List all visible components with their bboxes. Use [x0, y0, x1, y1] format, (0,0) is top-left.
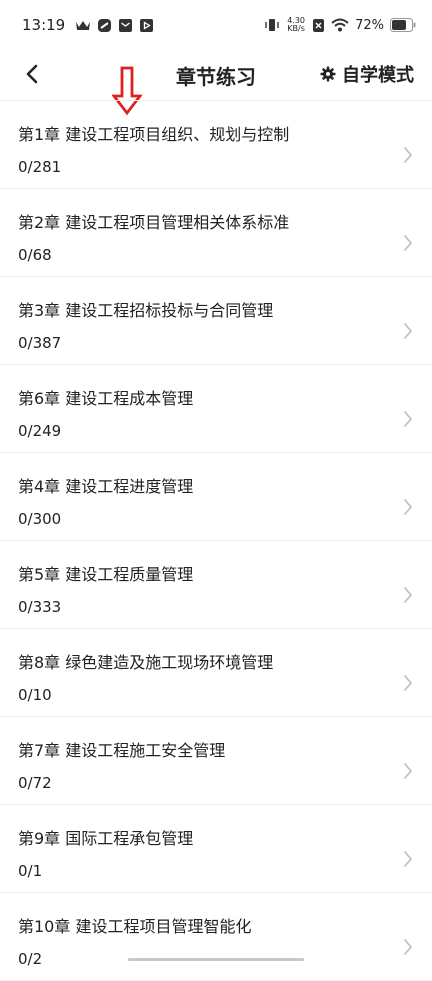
chapter-row[interactable]: 第3章 建设工程招标投标与合同管理 0/387 [0, 277, 432, 365]
chapter-title: 第9章 国际工程承包管理 [18, 829, 194, 848]
mail-icon [118, 18, 133, 33]
chapter-progress-count: 0/387 [18, 334, 62, 352]
chapter-row[interactable]: 第8章 绿色建造及施工现场环境管理 0/10 [0, 629, 432, 717]
chapter-title: 第10章 建设工程项目管理智能化 [18, 917, 252, 936]
chapter-progress-count: 0/2 [18, 950, 43, 968]
chevron-right-icon [404, 939, 412, 955]
battery-icon [390, 18, 416, 32]
chevron-right-icon [404, 851, 412, 867]
chapter-row[interactable]: 第5章 建设工程质量管理 0/333 [0, 541, 432, 629]
status-bar: 13:19 4.30 KB/s 72% [0, 0, 432, 50]
chevron-right-icon [404, 235, 412, 251]
chevron-right-icon [404, 587, 412, 603]
chapter-progress-count: 0/1 [18, 862, 43, 880]
chapter-row[interactable]: 第9章 国际工程承包管理 0/1 [0, 805, 432, 893]
video-icon [139, 18, 154, 33]
chevron-right-icon [404, 499, 412, 515]
chapter-progress-count: 0/249 [18, 422, 62, 440]
chapter-title: 第7章 建设工程施工安全管理 [18, 741, 226, 760]
chapter-title: 第4章 建设工程进度管理 [18, 477, 194, 496]
chapter-row[interactable]: 第6章 建设工程成本管理 0/249 [0, 365, 432, 453]
app-icon [97, 18, 112, 33]
nav-bar: 章节练习 自学模式 [0, 50, 432, 96]
chevron-right-icon [404, 411, 412, 427]
crown-icon [75, 19, 91, 31]
vibrate-icon [264, 18, 280, 32]
chapter-row[interactable]: 第1章 建设工程项目组织、规划与控制 0/281 [0, 101, 432, 189]
chapter-title: 第5章 建设工程质量管理 [18, 565, 194, 584]
battery-text: 72% [355, 17, 384, 33]
chapter-title: 第6章 建设工程成本管理 [18, 389, 194, 408]
chapter-progress-count: 0/333 [18, 598, 62, 616]
home-indicator [128, 958, 304, 961]
status-right: 4.30 KB/s 72% [264, 17, 416, 33]
chapter-progress-count: 0/281 [18, 158, 62, 176]
wifi-icon [331, 18, 349, 32]
chapter-row[interactable]: 第4章 建设工程进度管理 0/300 [0, 453, 432, 541]
chapter-progress-count: 0/72 [18, 774, 52, 792]
net-speed: 4.30 KB/s [286, 17, 306, 33]
chapter-title: 第2章 建设工程项目管理相关体系标准 [18, 213, 290, 232]
chevron-right-icon [404, 675, 412, 691]
status-left: 13:19 [22, 16, 154, 34]
chapter-progress-count: 0/300 [18, 510, 62, 528]
chapter-row[interactable]: 第7章 建设工程施工安全管理 0/72 [0, 717, 432, 805]
net-speed-unit: KB/s [287, 24, 305, 33]
chapter-list: 第1章 建设工程项目组织、规划与控制 0/281 第2章 建设工程项目管理相关体系标… [0, 100, 432, 981]
chevron-right-icon [404, 323, 412, 339]
chapter-row[interactable]: 第10章 建设工程项目管理智能化 0/2 [0, 893, 432, 981]
chevron-right-icon [404, 763, 412, 779]
chapter-progress-count: 0/68 [18, 246, 52, 264]
sim-off-icon [312, 18, 325, 33]
chapter-progress-count: 0/10 [18, 686, 52, 704]
chapter-title: 第8章 绿色建造及施工现场环境管理 [18, 653, 274, 672]
chevron-right-icon [404, 147, 412, 163]
self-study-mode-button[interactable]: 自学模式 [320, 61, 414, 87]
chapter-row[interactable]: 第2章 建设工程项目管理相关体系标准 0/68 [0, 189, 432, 277]
chapter-title: 第3章 建设工程招标投标与合同管理 [18, 301, 274, 320]
mode-label: 自学模式 [342, 65, 414, 86]
chapter-title: 第1章 建设工程项目组织、规划与控制 [18, 125, 290, 144]
status-time: 13:19 [22, 16, 66, 34]
gear-icon [320, 66, 336, 82]
